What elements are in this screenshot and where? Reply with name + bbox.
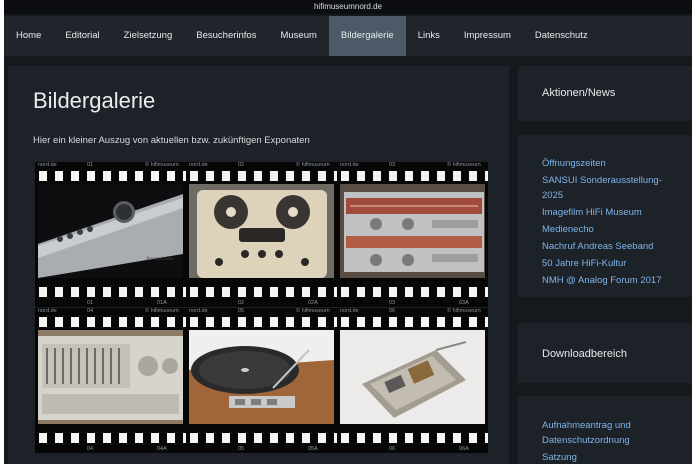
news-title-box: Aktionen/News	[518, 66, 692, 121]
film-brand-label: © hifimuseum	[296, 308, 330, 314]
film-strip-footer: 06 06A	[337, 446, 488, 453]
nav-datenschutz[interactable]: Datenschutz	[523, 16, 600, 56]
svg-text:Accuphase: Accuphase	[145, 256, 173, 262]
browser-frame: hifimuseumnord.de Home Editorial Zielset…	[4, 0, 692, 464]
gallery-frame[interactable]: nord.de 06 © hifimuseum 06 06A	[337, 308, 488, 453]
film-frame-number: 03	[389, 162, 396, 168]
film-frame-number: 04	[87, 446, 94, 452]
film-perforation	[35, 169, 186, 184]
film-brand-label: © hifimuseum	[145, 162, 179, 168]
film-brand-label: © hifimuseum	[447, 308, 481, 314]
tonearm-cartridge-photo[interactable]	[340, 330, 485, 424]
download-title: Downloadbereich	[542, 348, 627, 360]
news-link-medienecho[interactable]: Medienecho	[542, 222, 682, 237]
amplifier-photo[interactable]: Accuphase	[38, 184, 183, 278]
film-perforation	[186, 431, 337, 446]
film-frame-code: 03A	[459, 300, 469, 306]
film-site-label: nord.de	[189, 308, 208, 314]
url-bar[interactable]: hifimuseumnord.de	[4, 0, 692, 14]
news-link-nachruf[interactable]: Nachruf Andreas Seeband	[542, 239, 682, 254]
nav-besucherinfos[interactable]: Besucherinfos	[184, 16, 268, 56]
film-strip-header: nord.de 06 © hifimuseum	[337, 308, 488, 315]
gallery-frame[interactable]: nord.de 05 © hifimuseum 05 05A	[186, 308, 337, 453]
film-frame-code: 02A	[308, 300, 318, 306]
intro-text: Hier ein kleiner Auszug von aktuellen bz…	[33, 135, 310, 146]
film-frame-number: 06	[389, 446, 396, 452]
nav-zielsetzung[interactable]: Zielsetzung	[112, 16, 185, 56]
film-perforation	[337, 285, 488, 300]
film-strip-footer: 05 05A	[186, 446, 337, 453]
film-perforation	[35, 431, 186, 446]
film-site-label: nord.de	[189, 162, 208, 168]
film-frame-number: 03	[389, 300, 396, 306]
film-strip-header: nord.de 01 © hifimuseum	[35, 162, 186, 169]
film-strip-header: nord.de 04 © hifimuseum	[35, 308, 186, 315]
gallery-frame[interactable]: nord.de 03 © hifimuseum 03 03A	[337, 162, 488, 307]
film-site-label: nord.de	[38, 308, 57, 314]
main-navigation: Home Editorial Zielsetzung Besucherinfos…	[4, 16, 692, 56]
nav-links[interactable]: Links	[406, 16, 452, 56]
film-site-label: nord.de	[340, 162, 359, 168]
nav-impressum[interactable]: Impressum	[452, 16, 523, 56]
film-frame-number: 02	[238, 300, 245, 306]
news-link-analog-forum[interactable]: NMH @ Analog Forum 2017	[542, 273, 682, 288]
gallery-frame[interactable]: nord.de 01 © hifimuseum Accuphase 01 01A	[35, 162, 186, 307]
film-strip-footer: 04 04A	[35, 446, 186, 453]
film-brand-label: © hifimuseum	[447, 162, 481, 168]
film-frame-number: 05	[238, 308, 245, 314]
film-frame-code: 05A	[308, 446, 318, 452]
news-link-50-jahre[interactable]: 50 Jahre HiFi-Kultur	[542, 256, 682, 271]
film-frame-number: 02	[238, 162, 245, 168]
film-frame-number: 05	[238, 446, 245, 452]
film-frame-number: 01	[87, 162, 94, 168]
turntable-photo[interactable]	[189, 330, 334, 424]
nav-museum[interactable]: Museum	[268, 16, 328, 56]
film-brand-label: © hifimuseum	[296, 162, 330, 168]
news-links-box: Öffnungszeiten SANSUI Sonderausstellung-…	[518, 135, 692, 297]
news-link-imagefilm[interactable]: Imagefilm HiFi Museum	[542, 205, 682, 220]
receiver-photo[interactable]	[340, 184, 485, 278]
film-frame-number: 04	[87, 308, 94, 314]
film-frame-number: 01	[87, 300, 94, 306]
film-site-label: nord.de	[340, 308, 359, 314]
gallery-frame[interactable]: nord.de 02 © hifimuseum 02 02A	[186, 162, 337, 307]
film-strip-footer: 02 02A	[186, 300, 337, 307]
tape-recorder-photo[interactable]	[189, 184, 334, 278]
film-perforation	[186, 285, 337, 300]
film-strip-header: nord.de 05 © hifimuseum	[186, 308, 337, 315]
film-frame-number: 06	[389, 308, 396, 314]
main-content: Bildergalerie Hier ein kleiner Auszug vo…	[8, 66, 509, 464]
film-frame-code: 06A	[459, 446, 469, 452]
nav-bildergalerie[interactable]: Bildergalerie	[328, 16, 406, 56]
nav-home[interactable]: Home	[4, 16, 53, 56]
news-link-sansui[interactable]: SANSUI Sonderausstellung-2025	[542, 173, 682, 203]
film-strip-header: nord.de 02 © hifimuseum	[186, 162, 337, 169]
download-links-box: Aufnahmeantrag und Datenschutzordnung Sa…	[518, 396, 692, 464]
film-strip-footer: 03 03A	[337, 300, 488, 307]
film-perforation	[337, 169, 488, 184]
film-brand-label: © hifimuseum	[145, 308, 179, 314]
film-strip-footer: 01 01A	[35, 300, 186, 307]
download-title-box: Downloadbereich	[518, 323, 692, 383]
equalizer-photo[interactable]	[38, 330, 183, 424]
film-perforation	[337, 315, 488, 330]
page-title: Bildergalerie	[33, 88, 156, 113]
film-frame-code: 04A	[157, 446, 167, 452]
film-frame-code: 01A	[157, 300, 167, 306]
download-link-aufnahmeantrag[interactable]: Aufnahmeantrag und Datenschutzordnung	[542, 418, 682, 448]
film-perforation	[35, 285, 186, 300]
film-site-label: nord.de	[38, 162, 57, 168]
download-link-satzung[interactable]: Satzung	[542, 450, 682, 464]
film-perforation	[186, 169, 337, 184]
nav-editorial[interactable]: Editorial	[53, 16, 111, 56]
news-title: Aktionen/News	[542, 87, 616, 99]
film-perforation	[35, 315, 186, 330]
film-perforation	[186, 315, 337, 330]
film-perforation	[337, 431, 488, 446]
gallery-frame[interactable]: nord.de 04 © hifimuseum 04 04A	[35, 308, 186, 453]
film-strip-header: nord.de 03 © hifimuseum	[337, 162, 488, 169]
news-link-oeffnungszeiten[interactable]: Öffnungszeiten	[542, 156, 682, 171]
gallery-grid: nord.de 01 © hifimuseum Accuphase 01 01A…	[35, 162, 488, 464]
